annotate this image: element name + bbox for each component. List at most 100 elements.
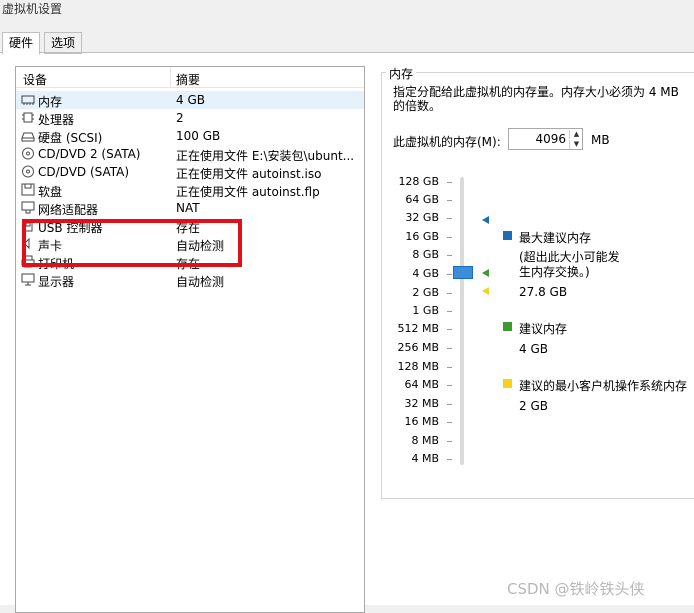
scale-tick bbox=[447, 329, 452, 330]
memory-icon bbox=[21, 93, 35, 106]
scale-label: 32 MB bbox=[404, 397, 439, 410]
max-recommended-note: (超出此大小可能发生内存交换。) bbox=[519, 250, 620, 279]
device-summary: 正在使用文件 autoinst.flp bbox=[176, 185, 320, 199]
device-name: 网络适配器 bbox=[38, 203, 99, 217]
device-row-sound-card[interactable]: 声卡 自动检测 bbox=[16, 235, 364, 253]
cd-dvd-icon bbox=[21, 147, 35, 160]
scale-label: 16 MB bbox=[404, 415, 439, 428]
memory-input[interactable] bbox=[511, 131, 566, 147]
scale-label: 32 GB bbox=[405, 211, 439, 224]
device-summary: 4 GB bbox=[176, 93, 205, 107]
scale-tick bbox=[447, 348, 452, 349]
device-summary: 100 GB bbox=[176, 129, 221, 143]
scale-label: 64 GB bbox=[405, 193, 439, 206]
tab-hardware[interactable]: 硬件 bbox=[2, 32, 41, 55]
scale-label: 2 GB bbox=[412, 286, 439, 299]
scale-label: 256 MB bbox=[397, 341, 439, 354]
device-row-memory[interactable]: 内存 4 GB bbox=[16, 91, 364, 109]
tab-bar: 硬件 选项 bbox=[0, 32, 694, 55]
device-row-hard-disk[interactable]: 硬盘 (SCSI) 100 GB bbox=[16, 127, 364, 145]
device-row-display[interactable]: 显示器 自动检测 bbox=[16, 271, 364, 289]
scale-tick bbox=[447, 218, 452, 219]
scale-tick bbox=[447, 274, 452, 275]
memory-spinbox[interactable]: ▲ ▼ bbox=[508, 128, 583, 150]
window-title: 虚拟机设置 bbox=[2, 2, 63, 16]
memory-slider-track[interactable] bbox=[460, 177, 464, 465]
device-row-usb-controller[interactable]: USB 控制器 存在 bbox=[16, 217, 364, 235]
scale-tick bbox=[447, 293, 452, 294]
max-recommended-legend-icon bbox=[503, 231, 512, 240]
sound-card-icon bbox=[21, 237, 35, 250]
max-recommended-value: 27.8 GB bbox=[519, 285, 568, 299]
scale-tick bbox=[447, 255, 452, 256]
memory-field-label: 此虚拟机的内存(M): bbox=[393, 135, 501, 149]
device-list[interactable]: 设备 摘要 内存 4 GB 处理器 2 硬盘 (SCSI) 100 GB CD/… bbox=[15, 66, 365, 613]
network-adapter-icon bbox=[21, 201, 35, 214]
device-summary: 2 bbox=[176, 111, 184, 125]
column-separator bbox=[170, 67, 171, 87]
scale-label: 64 MB bbox=[404, 378, 439, 391]
device-row-cd-dvd-2[interactable]: CD/DVD 2 (SATA) 正在使用文件 E:\安装包\ubunt... bbox=[16, 145, 364, 163]
scale-label: 128 GB bbox=[398, 175, 439, 188]
scale-tick bbox=[447, 367, 452, 368]
recommended-title: 建议内存 bbox=[519, 322, 568, 336]
usb-icon bbox=[21, 219, 35, 232]
device-row-processor[interactable]: 处理器 2 bbox=[16, 109, 364, 127]
recommended-value: 4 GB bbox=[519, 342, 548, 356]
scale-tick bbox=[447, 385, 452, 386]
spin-down-icon[interactable]: ▼ bbox=[569, 140, 583, 149]
device-name: 内存 bbox=[38, 95, 63, 109]
scale-tick bbox=[447, 200, 452, 201]
scale-label: 16 GB bbox=[405, 230, 439, 243]
scale-tick bbox=[447, 311, 452, 312]
device-summary: 正在使用文件 E:\安装包\ubunt... bbox=[176, 149, 355, 163]
spin-up-icon[interactable]: ▲ bbox=[569, 130, 583, 139]
device-row-cd-dvd[interactable]: CD/DVD (SATA) 正在使用文件 autoinst.iso bbox=[16, 163, 364, 181]
memory-slider-thumb[interactable] bbox=[453, 266, 473, 279]
device-row-network-adapter[interactable]: 网络适配器 NAT bbox=[16, 199, 364, 217]
max-recommended-marker-icon bbox=[482, 216, 489, 224]
scale-tick bbox=[447, 459, 452, 460]
scale-label: 4 MB bbox=[411, 452, 439, 465]
watermark: CSDN @铁岭铁头侠 bbox=[507, 580, 645, 598]
memory-group-title: 内存 bbox=[386, 65, 417, 82]
device-row-printer[interactable]: 打印机 存在 bbox=[16, 253, 364, 271]
scale-tick bbox=[447, 441, 452, 442]
device-name: CD/DVD 2 (SATA) bbox=[38, 147, 141, 161]
scale-label: 512 MB bbox=[397, 322, 439, 335]
device-row-floppy[interactable]: 软盘 正在使用文件 autoinst.flp bbox=[16, 181, 364, 199]
memory-unit: MB bbox=[591, 133, 610, 147]
device-summary: NAT bbox=[176, 201, 200, 215]
scale-tick bbox=[447, 182, 452, 183]
recommended-marker-icon bbox=[482, 269, 489, 277]
device-summary: 存在 bbox=[176, 221, 201, 235]
hard-disk-icon bbox=[21, 129, 35, 142]
tab-divider bbox=[0, 52, 694, 53]
column-header-summary[interactable]: 摘要 bbox=[176, 71, 200, 88]
scale-label: 4 GB bbox=[412, 267, 439, 280]
device-name: 软盘 bbox=[38, 185, 63, 199]
scale-label: 8 GB bbox=[412, 248, 439, 261]
display-icon bbox=[21, 273, 35, 286]
scale-label: 8 MB bbox=[411, 434, 439, 447]
floppy-icon bbox=[21, 183, 35, 196]
device-name: USB 控制器 bbox=[38, 221, 103, 235]
device-summary: 自动检测 bbox=[176, 275, 225, 289]
device-summary: 自动检测 bbox=[176, 239, 225, 253]
device-list-header: 设备 摘要 bbox=[16, 67, 364, 88]
scale-label: 1 GB bbox=[412, 304, 439, 317]
guest-min-value: 2 GB bbox=[519, 399, 548, 413]
device-name: 处理器 bbox=[38, 113, 75, 127]
scale-label: 128 MB bbox=[397, 360, 439, 373]
column-header-device[interactable]: 设备 bbox=[23, 71, 47, 88]
scale-tick bbox=[447, 237, 452, 238]
guest-min-title: 建议的最小客户机操作系统内存 bbox=[519, 379, 688, 393]
printer-icon bbox=[21, 255, 35, 268]
device-name: 声卡 bbox=[38, 239, 63, 253]
tab-options[interactable]: 选项 bbox=[44, 32, 83, 54]
device-summary: 正在使用文件 autoinst.iso bbox=[176, 167, 322, 181]
scale-tick bbox=[447, 422, 452, 423]
device-name: 硬盘 (SCSI) bbox=[38, 131, 103, 145]
guest-min-marker-icon bbox=[482, 287, 489, 295]
max-recommended-title: 最大建议内存 bbox=[519, 231, 592, 245]
